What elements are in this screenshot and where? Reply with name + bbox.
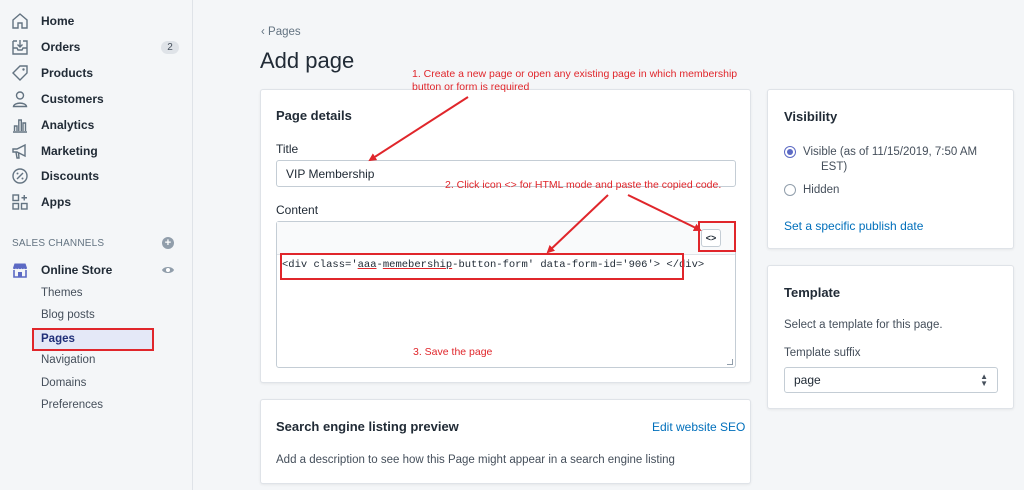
- seo-description: Add a description to see how this Page m…: [276, 454, 675, 466]
- sidebar-item-analytics[interactable]: Analytics: [0, 114, 193, 136]
- annotation-step3: 3. Save the page: [413, 346, 493, 358]
- eye-icon[interactable]: [161, 264, 175, 274]
- content-label: Content: [276, 203, 319, 217]
- orders-icon: [11, 38, 29, 56]
- sidebar-item-label: Discounts: [41, 169, 100, 183]
- sidebar-item-label: Customers: [41, 92, 104, 106]
- template-suffix-value: page: [794, 373, 821, 387]
- sidebar-item-label: Products: [41, 66, 94, 80]
- sidebar-item-apps[interactable]: Apps: [0, 191, 193, 213]
- template-suffix-select[interactable]: page ▲ ▼: [784, 367, 998, 393]
- highlight-html-button: [698, 221, 736, 252]
- page-title: Add page: [260, 48, 355, 73]
- breadcrumb-pages: Pages: [268, 26, 301, 38]
- template-suffix-label: Template suffix: [784, 347, 861, 359]
- seo-title: Search engine listing preview: [276, 419, 459, 434]
- title-label: Title: [276, 142, 299, 156]
- template-title: Template: [784, 285, 841, 300]
- apps-icon: [11, 193, 29, 211]
- sidebar-item-home[interactable]: Home: [0, 10, 193, 32]
- sidebar-item-label: Apps: [41, 195, 71, 209]
- sidebar-subitem-themes[interactable]: Themes: [41, 287, 83, 299]
- megaphone-icon: [11, 142, 29, 160]
- sidebar-subitem-preferences[interactable]: Preferences: [41, 399, 103, 411]
- store-icon: [11, 261, 29, 279]
- tag-icon: [11, 64, 29, 82]
- sidebar-subitem-navigation[interactable]: Navigation: [41, 354, 95, 366]
- sidebar-subitem-pages-label: Pages: [41, 333, 75, 345]
- sidebar-subitem-pages[interactable]: Pages: [32, 328, 154, 351]
- orders-count-badge: 2: [161, 41, 179, 54]
- discount-icon: [11, 167, 29, 185]
- template-description: Select a template for this page.: [784, 319, 943, 331]
- sidebar-item-orders[interactable]: Orders 2: [0, 36, 193, 58]
- visible-label: Visible (as of 11/15/2019, 7:50 AM EST): [803, 146, 978, 173]
- bar-chart-icon: [11, 116, 29, 134]
- highlight-code-line: [280, 253, 684, 280]
- sidebar: Home Orders 2 Products Customers Analyti…: [0, 0, 193, 490]
- sidebar-item-label: Orders: [41, 40, 81, 54]
- sidebar-item-label: Home: [41, 14, 75, 28]
- user-icon: [11, 90, 29, 108]
- seo-card: [260, 399, 751, 484]
- sidebar-item-discounts[interactable]: Discounts: [0, 165, 193, 187]
- page-details-title: Page details: [276, 108, 352, 123]
- visibility-title: Visibility: [784, 109, 838, 124]
- set-publish-date-link[interactable]: Set a specific publish date: [784, 219, 923, 233]
- visible-radio[interactable]: [784, 146, 796, 158]
- sidebar-item-customers[interactable]: Customers: [0, 88, 193, 110]
- home-icon: [11, 12, 29, 30]
- hidden-radio[interactable]: [784, 184, 796, 196]
- title-input-value: VIP Membership: [286, 166, 375, 181]
- sidebar-item-products[interactable]: Products: [0, 62, 193, 84]
- sidebar-item-label: Marketing: [41, 144, 98, 158]
- sidebar-item-label: Analytics: [41, 118, 95, 132]
- sidebar-item-marketing[interactable]: Marketing: [0, 140, 193, 162]
- select-caret-icon: ▲ ▼: [980, 372, 988, 388]
- content-editor[interactable]: <>: [276, 221, 736, 368]
- annotation-step2: 2. Click icon <> for HTML mode and paste…: [445, 179, 722, 191]
- editor-toolbar: <>: [277, 222, 735, 255]
- annotation-step1: 1. Create a new page or open any existin…: [412, 68, 738, 93]
- edit-website-seo-link[interactable]: Edit website SEO: [652, 420, 745, 434]
- hidden-label: Hidden: [803, 184, 840, 196]
- sidebar-item-label: Online Store: [41, 263, 113, 277]
- chevron-left-icon: ‹: [261, 26, 265, 38]
- sidebar-subitem-domains[interactable]: Domains: [41, 377, 86, 389]
- sales-channels-heading: SALES CHANNELS: [12, 238, 105, 249]
- resize-handle[interactable]: [727, 359, 733, 365]
- sidebar-subitem-blog-posts[interactable]: Blog posts: [41, 309, 95, 321]
- breadcrumb[interactable]: ‹ Pages: [261, 26, 301, 38]
- add-channel-plus-icon[interactable]: +: [162, 237, 174, 249]
